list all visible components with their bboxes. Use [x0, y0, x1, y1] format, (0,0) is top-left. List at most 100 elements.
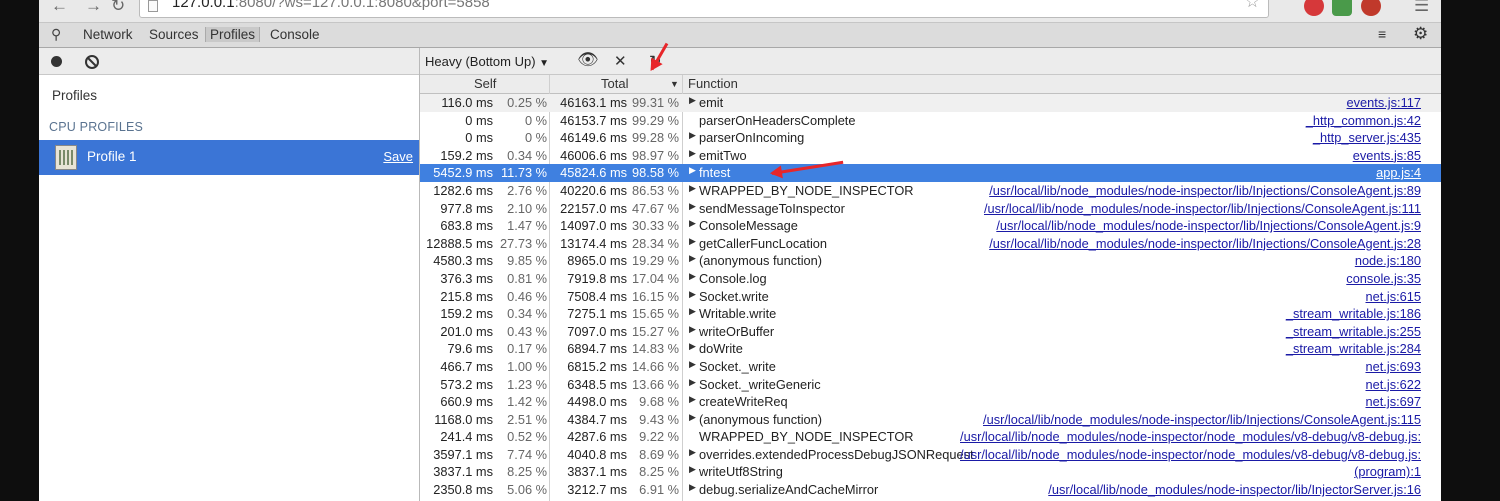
table-row[interactable]: 1168.0 ms 2.51 % 4384.7 ms 9.43 % (anonymous… — [420, 411, 1441, 429]
extension-icon[interactable] — [1304, 0, 1324, 16]
source-link[interactable]: events.js:85 — [1353, 148, 1421, 163]
url-field[interactable]: 127.0.0.1:8080/?ws=127.0.0.1:8080&port=5… — [139, 0, 1269, 18]
expand-arrow-icon[interactable]: ▶ — [689, 464, 696, 475]
header-function[interactable]: Function — [688, 76, 738, 91]
self-percent-cell: 0.81 % — [507, 270, 547, 286]
table-row[interactable]: 4580.3 ms 9.85 % 8965.0 ms 19.29 % (anonymou… — [420, 252, 1441, 270]
view-mode-select[interactable]: Heavy (Bottom Up) ▼ — [425, 54, 549, 69]
close-icon[interactable]: ✕ — [614, 52, 627, 70]
table-row[interactable]: 466.7 ms 1.00 % 6815.2 ms 14.66 % Socket._wr… — [420, 358, 1441, 376]
tab-network[interactable]: Network — [83, 27, 133, 42]
self-time-cell: 79.6 ms — [447, 341, 493, 357]
expand-arrow-icon[interactable]: ▶ — [689, 236, 696, 247]
reload-icon[interactable]: ↻ — [111, 0, 125, 16]
expand-arrow-icon[interactable]: ▶ — [689, 482, 696, 493]
header-self[interactable]: Self — [474, 76, 496, 91]
extension-icon[interactable] — [1332, 0, 1352, 16]
source-link[interactable]: _http_server.js:435 — [1313, 130, 1421, 145]
source-link[interactable]: console.js:35 — [1346, 271, 1421, 286]
expand-arrow-icon[interactable]: ▶ — [689, 447, 696, 458]
table-row[interactable]: 1282.6 ms 2.76 % 40220.6 ms 86.53 % WRAPPED_… — [420, 182, 1441, 200]
source-link[interactable]: /usr/local/lib/node_modules/node-inspect… — [996, 218, 1421, 233]
expand-arrow-icon[interactable]: ▶ — [689, 218, 696, 229]
expand-arrow-icon[interactable]: ▶ — [689, 148, 696, 159]
table-row[interactable]: 12888.5 ms 27.73 % 13174.4 ms 28.34 % getCal… — [420, 235, 1441, 253]
expand-arrow-icon[interactable]: ▶ — [689, 183, 696, 194]
source-link[interactable]: net.js:622 — [1366, 377, 1422, 392]
source-link[interactable]: /usr/local/lib/node_modules/node-inspect… — [989, 236, 1421, 251]
table-row[interactable]: 2350.8 ms 5.06 % 3212.7 ms 6.91 % debug.seri… — [420, 481, 1441, 499]
expand-arrow-icon[interactable]: ▶ — [689, 130, 696, 141]
expand-arrow-icon[interactable]: ▶ — [689, 165, 696, 176]
expand-arrow-icon[interactable]: ▶ — [689, 289, 696, 300]
expand-arrow-icon[interactable]: ▶ — [689, 359, 696, 370]
expand-arrow-icon[interactable]: ▶ — [689, 271, 696, 282]
expand-arrow-icon[interactable]: ▶ — [689, 394, 696, 405]
eye-icon[interactable]: 👁 — [577, 50, 599, 70]
source-link[interactable]: net.js:697 — [1366, 394, 1422, 409]
expand-arrow-icon[interactable]: ▶ — [689, 341, 696, 352]
table-row[interactable]: 201.0 ms 0.43 % 7097.0 ms 15.27 % writeOrBuf… — [420, 323, 1441, 341]
gear-icon[interactable]: ⚙ — [1413, 24, 1428, 44]
source-link[interactable]: app.js:4 — [1376, 165, 1421, 180]
source-link[interactable]: events.js:117 — [1347, 95, 1421, 110]
table-row[interactable]: 573.2 ms 1.23 % 6348.5 ms 13.66 % Socket._wr… — [420, 376, 1441, 394]
table-row[interactable]: 0 ms 0 % 46153.7 ms 99.29 % parserOnHeadersC… — [420, 112, 1441, 130]
drawer-toggle-icon[interactable]: ≡ — [1378, 26, 1386, 42]
table-row[interactable]: 660.9 ms 1.42 % 4498.0 ms 9.68 % createWrite… — [420, 393, 1441, 411]
tab-console[interactable]: Console — [270, 27, 320, 42]
function-name-cell: doWrite — [699, 341, 743, 357]
total-time-cell: 46149.6 ms — [560, 130, 627, 146]
source-link[interactable]: /usr/local/lib/node_modules/node-inspect… — [1048, 482, 1421, 497]
table-row[interactable]: 683.8 ms 1.47 % 14097.0 ms 30.33 % ConsoleMe… — [420, 217, 1441, 235]
tab-profiles[interactable]: Profiles — [205, 27, 261, 42]
extension-icon[interactable] — [1361, 0, 1381, 16]
tab-sources[interactable]: Sources — [149, 27, 199, 42]
table-row[interactable]: 159.2 ms 0.34 % 46006.6 ms 98.97 % emitTwo ev… — [420, 147, 1441, 165]
table-row[interactable]: 3837.1 ms 8.25 % 3837.1 ms 8.25 % writeUtf8S… — [420, 463, 1441, 481]
source-link[interactable]: /usr/local/lib/node_modules/node-inspect… — [960, 429, 1421, 444]
source-link[interactable]: node.js:180 — [1355, 253, 1421, 268]
table-row[interactable]: 79.6 ms 0.17 % 6894.7 ms 14.83 % doWrite _str… — [420, 340, 1441, 358]
source-link[interactable]: /usr/local/lib/node_modules/node-inspect… — [989, 183, 1421, 198]
source-link[interactable]: net.js:693 — [1366, 359, 1422, 374]
back-icon[interactable]: ← — [51, 0, 68, 16]
table-row[interactable]: 977.8 ms 2.10 % 22157.0 ms 47.67 % sendMessa… — [420, 200, 1441, 218]
total-time-cell: 3837.1 ms — [567, 464, 627, 480]
total-percent-cell: 47.67 % — [632, 200, 679, 216]
source-link[interactable]: /usr/local/lib/node_modules/node-inspect… — [960, 447, 1421, 462]
table-row[interactable]: 215.8 ms 0.46 % 7508.4 ms 16.15 % Socket.wri… — [420, 288, 1441, 306]
search-icon[interactable]: ⚲ — [51, 26, 61, 43]
table-row[interactable]: 159.2 ms 0.34 % 7275.1 ms 15.65 % Writable.w… — [420, 305, 1441, 323]
expand-arrow-icon[interactable]: ▶ — [689, 95, 696, 106]
source-link[interactable]: _stream_writable.js:284 — [1286, 341, 1421, 356]
clear-icon[interactable] — [85, 55, 99, 69]
source-link[interactable]: _stream_writable.js:255 — [1286, 324, 1421, 339]
self-percent-cell: 1.00 % — [507, 358, 547, 374]
source-link[interactable]: /usr/local/lib/node_modules/node-inspect… — [984, 201, 1421, 216]
expand-arrow-icon[interactable]: ▶ — [689, 377, 696, 388]
menu-icon[interactable]: ☰ — [1414, 0, 1429, 16]
table-row[interactable]: 3597.1 ms 7.74 % 4040.8 ms 8.69 % overrides.… — [420, 446, 1441, 464]
header-total[interactable]: Total — [601, 76, 628, 91]
table-row[interactable]: 241.4 ms 0.52 % 4287.6 ms 9.22 % WRAPPED_BY_… — [420, 428, 1441, 446]
forward-icon[interactable]: → — [85, 0, 102, 16]
expand-arrow-icon[interactable]: ▶ — [689, 201, 696, 212]
record-icon[interactable] — [51, 56, 62, 67]
expand-arrow-icon[interactable]: ▶ — [689, 253, 696, 264]
table-row[interactable]: 116.0 ms 0.25 % 46163.1 ms 99.31 % emit event… — [420, 94, 1441, 112]
expand-arrow-icon[interactable]: ▶ — [689, 306, 696, 317]
table-row[interactable]: 0 ms 0 % 46149.6 ms 99.28 % parserOnIncoming… — [420, 129, 1441, 147]
source-link[interactable]: /usr/local/lib/node_modules/node-inspect… — [983, 412, 1421, 427]
table-row[interactable]: 376.3 ms 0.81 % 7919.8 ms 17.04 % Console.lo… — [420, 270, 1441, 288]
source-link[interactable]: (program):1 — [1354, 464, 1421, 479]
source-link[interactable]: _http_common.js:42 — [1306, 113, 1421, 128]
source-link[interactable]: net.js:615 — [1366, 289, 1422, 304]
expand-arrow-icon[interactable]: ▶ — [689, 324, 696, 335]
source-link[interactable]: _stream_writable.js:186 — [1286, 306, 1421, 321]
star-icon[interactable]: ☆ — [1245, 0, 1260, 12]
expand-arrow-icon[interactable]: ▶ — [689, 412, 696, 423]
table-row[interactable]: 5452.9 ms 11.73 % 45824.6 ms 98.58 % fntest a… — [420, 164, 1441, 182]
save-link[interactable]: Save — [383, 149, 413, 164]
profile-item[interactable]: Profile 1 Save — [39, 140, 419, 175]
